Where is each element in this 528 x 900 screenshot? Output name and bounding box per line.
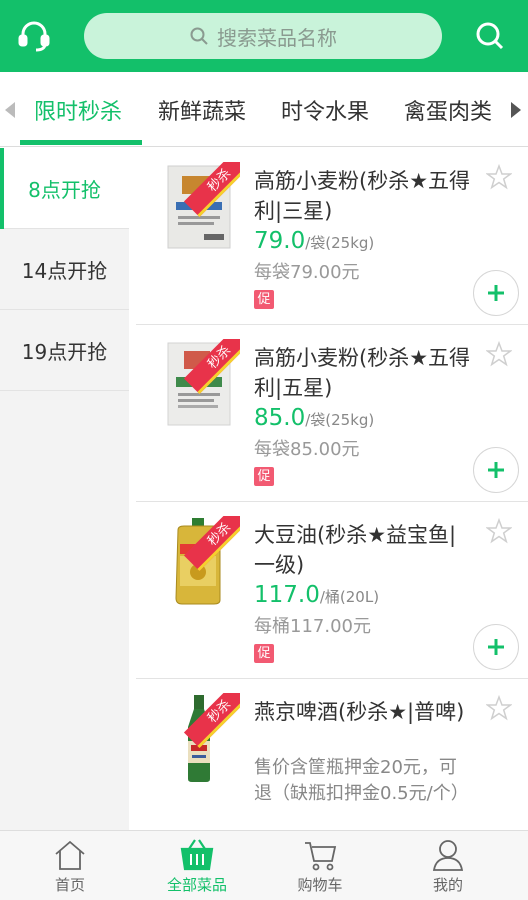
- favorite-star-icon[interactable]: [486, 518, 512, 544]
- headset-icon[interactable]: [12, 14, 56, 58]
- nav-all-dishes-label: 全部菜品: [166, 876, 227, 894]
- promo-tag: 促: [254, 644, 274, 663]
- time-slot-14[interactable]: 14点开抢: [0, 229, 129, 310]
- search-input[interactable]: 搜索菜品名称: [84, 13, 442, 59]
- product-item[interactable]: 秒杀 大豆油(秒杀★益宝鱼|一级) 117.0/桶(20L) 每桶117.00元…: [136, 502, 528, 679]
- product-unit-price: 每袋79.00元: [254, 262, 360, 283]
- product-price-line: 79.0/袋(25kg): [254, 228, 374, 254]
- plus-icon: [488, 639, 504, 655]
- nav-home[interactable]: 首页: [4, 831, 136, 900]
- product-item[interactable]: 秒杀 高筋小麦粉(秒杀★五得利|三星) 79.0/袋(25kg) 每袋79.00…: [136, 148, 528, 325]
- nav-home-label: 首页: [54, 876, 85, 894]
- bottom-navigation: 首页 全部菜品 购物车 我的: [0, 830, 528, 900]
- product-list: 秒杀 高筋小麦粉(秒杀★五得利|三星) 79.0/袋(25kg) 每袋79.00…: [136, 148, 528, 830]
- search-placeholder: 搜索菜品名称: [217, 25, 337, 50]
- search-icon[interactable]: [468, 14, 512, 58]
- product-price-line: 117.0/桶(20L): [254, 582, 379, 608]
- favorite-star-icon[interactable]: [486, 164, 512, 190]
- product-image-flour-bag: 秒杀: [164, 339, 240, 429]
- tabs-scroll-left-icon[interactable]: [2, 100, 18, 120]
- product-price: 85.0: [254, 405, 306, 431]
- app-header: 搜索菜品名称: [0, 0, 528, 72]
- product-name: 燕京啤酒(秒杀★|普啤): [254, 700, 465, 724]
- product-deposit-note: 售价含筐瓶押金20元，可退（缺瓶扣押金0.5元/个）: [254, 757, 469, 804]
- product-price: 79.0: [254, 228, 306, 254]
- user-icon: [432, 840, 464, 871]
- nav-profile[interactable]: 我的: [382, 831, 514, 900]
- promo-tag: 促: [254, 290, 274, 309]
- product-name: 高筋小麦粉(秒杀★五得利|三星): [254, 169, 471, 223]
- time-slot-sidebar: 8点开抢 14点开抢 19点开抢: [0, 148, 129, 830]
- product-unit-price: 每桶117.00元: [254, 616, 371, 637]
- cart-icon: [305, 842, 337, 871]
- product-image-flour-bag: 秒杀: [164, 162, 240, 252]
- tabs-scroll-right-icon[interactable]: [508, 100, 524, 120]
- product-image-oil-jug: 秒杀: [164, 516, 240, 606]
- add-to-cart-button[interactable]: [473, 447, 519, 493]
- product-item[interactable]: 秒杀 燕京啤酒(秒杀★|普啤) 售价含筐瓶押金20元，可退（缺瓶扣押金0.5元/…: [136, 679, 528, 830]
- nav-cart[interactable]: 购物车: [254, 831, 386, 900]
- product-name: 大豆油(秒杀★益宝鱼|一级): [254, 523, 457, 577]
- home-icon: [55, 840, 85, 870]
- product-price: 117.0: [254, 582, 320, 608]
- product-image-beer-bottle: 秒杀: [164, 693, 240, 783]
- add-to-cart-button[interactable]: [473, 624, 519, 670]
- product-unit: /桶(20L): [319, 588, 380, 606]
- favorite-star-icon[interactable]: [486, 695, 512, 721]
- product-unit-price: 每袋85.00元: [254, 439, 360, 460]
- time-slot-19[interactable]: 19点开抢: [0, 310, 129, 391]
- add-to-cart-button[interactable]: [473, 270, 519, 316]
- category-tabs: 限时秒杀 新鲜蔬菜 时令水果 禽蛋肉类: [0, 72, 528, 147]
- promo-tag: 促: [254, 467, 274, 486]
- product-name: 高筋小麦粉(秒杀★五得利|五星): [254, 346, 471, 400]
- product-unit: /袋(25kg): [305, 234, 375, 252]
- plus-icon: [488, 285, 504, 301]
- product-price-line: 85.0/袋(25kg): [254, 405, 374, 431]
- product-item[interactable]: 秒杀 高筋小麦粉(秒杀★五得利|五星) 85.0/袋(25kg) 每袋85.00…: [136, 325, 528, 502]
- nav-cart-label: 购物车: [297, 876, 343, 894]
- tab-poultry-eggs-meat[interactable]: 禽蛋肉类: [404, 94, 492, 126]
- favorite-star-icon[interactable]: [486, 341, 512, 367]
- time-slot-8[interactable]: 8点开抢: [0, 148, 129, 229]
- tab-flash-sale[interactable]: 限时秒杀: [34, 94, 122, 126]
- nav-all-dishes[interactable]: 全部菜品: [131, 831, 263, 900]
- product-unit: /袋(25kg): [305, 411, 375, 429]
- active-tab-indicator: [20, 140, 142, 145]
- tab-seasonal-fruits[interactable]: 时令水果: [281, 94, 369, 126]
- search-small-icon: [190, 27, 208, 45]
- tab-fresh-vegetables[interactable]: 新鲜蔬菜: [158, 94, 246, 126]
- nav-profile-label: 我的: [432, 876, 463, 894]
- basket-icon: [180, 839, 214, 871]
- plus-icon: [488, 462, 504, 478]
